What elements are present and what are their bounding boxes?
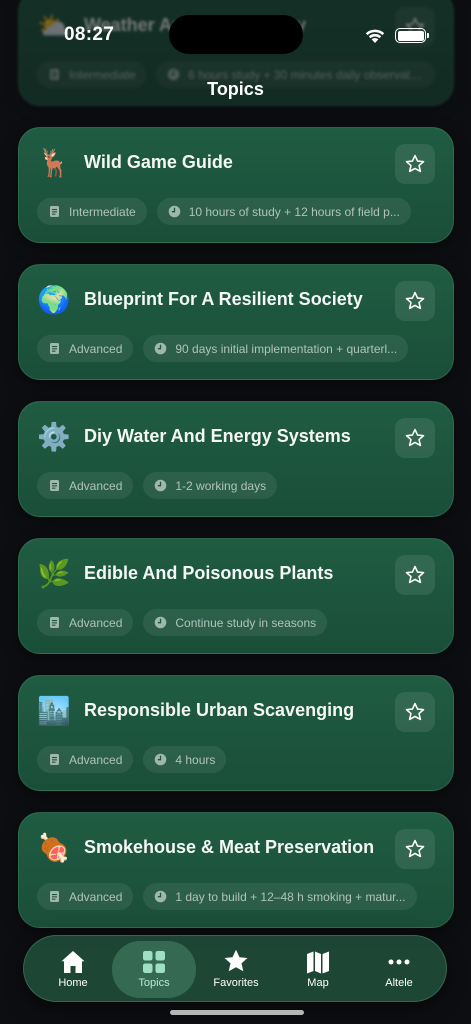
- clock-icon: [155, 616, 167, 629]
- favorite-button[interactable]: [395, 555, 435, 595]
- star-outline-icon: [405, 291, 425, 310]
- duration-badge: 90 days initial implementation + quarter…: [143, 335, 409, 362]
- topic-emoji: 🌍: [37, 285, 71, 316]
- favorite-button[interactable]: [395, 418, 435, 458]
- tab-label: Home: [58, 977, 88, 989]
- battery-icon: [395, 28, 429, 43]
- status-bar: 08:27: [0, 0, 471, 64]
- topic-title: Edible And Poisonous Plants: [84, 563, 334, 583]
- more-icon: [388, 959, 410, 965]
- tab-bar: Home Topics Favorites Map Altele: [23, 935, 447, 1002]
- topic-title: Responsible Urban Scavenging: [84, 700, 355, 720]
- document-icon: [50, 754, 59, 765]
- tab-map[interactable]: Map: [276, 941, 360, 998]
- star-icon: [224, 949, 248, 972]
- document-icon: [50, 206, 59, 217]
- document-icon: [50, 343, 59, 354]
- tab-label: Map: [307, 977, 329, 989]
- tab-label: Favorites: [213, 977, 259, 989]
- document-icon: [50, 617, 59, 628]
- level-badge: Advanced: [37, 746, 134, 773]
- star-outline-icon: [405, 702, 425, 721]
- favorite-button[interactable]: [395, 281, 435, 321]
- level-badge: Advanced: [37, 472, 134, 499]
- topic-card-wild-game[interactable]: 🦌 Wild Game Guide Intermediate 10 hours …: [18, 127, 454, 243]
- document-icon: [50, 480, 59, 491]
- clock-icon: [168, 205, 181, 218]
- duration-badge: 1 day to build + 12–48 h smoking + matur…: [143, 883, 417, 910]
- topic-meta: Advanced 90 days initial implementation …: [37, 335, 435, 362]
- topic-emoji: 🌿: [37, 559, 71, 590]
- map-icon: [307, 951, 329, 974]
- star-outline-icon: [405, 839, 425, 858]
- topic-title: Diy Water And Energy Systems: [84, 426, 351, 446]
- tab-label: Topics: [138, 977, 170, 989]
- star-outline-icon: [405, 154, 425, 173]
- topic-card-urban-scavenging[interactable]: 🏙️ Responsible Urban Scavenging Advanced…: [18, 675, 454, 791]
- dynamic-island: [169, 15, 303, 54]
- topic-card-water-energy[interactable]: ⚙️ Diy Water And Energy Systems Advanced…: [18, 401, 454, 517]
- topic-meta: Advanced Continue study in seasons: [37, 609, 435, 636]
- favorite-button[interactable]: [395, 692, 435, 732]
- topic-emoji: 🏙️: [37, 696, 71, 727]
- level-badge: Advanced: [37, 335, 134, 362]
- topic-title: Smokehouse & Meat Preservation: [84, 837, 375, 857]
- duration-badge: Continue study in seasons: [143, 609, 328, 636]
- favorite-button[interactable]: [395, 829, 435, 869]
- duration-badge: 4 hours: [143, 746, 227, 773]
- wifi-icon: [365, 29, 385, 43]
- duration-badge: 1-2 working days: [143, 472, 278, 499]
- duration-badge: 10 hours of study + 12 hours of field p.…: [156, 198, 411, 225]
- topic-meta: Intermediate 10 hours of study + 12 hour…: [37, 198, 435, 225]
- status-time: 08:27: [64, 24, 115, 45]
- tab-more[interactable]: Altele: [357, 941, 441, 998]
- topic-meta: Advanced 1 day to build + 12–48 h smokin…: [37, 883, 435, 910]
- topic-emoji: 🦌: [37, 148, 71, 179]
- tab-home[interactable]: Home: [31, 941, 115, 998]
- star-outline-icon: [405, 565, 425, 584]
- tab-topics[interactable]: Topics: [112, 941, 196, 998]
- clock-icon: [155, 342, 167, 355]
- clock-icon: [155, 890, 167, 903]
- topic-title: Blueprint For A Resilient Society: [84, 289, 363, 309]
- topic-card-resilient-society[interactable]: 🌍 Blueprint For A Resilient Society Adva…: [18, 264, 454, 380]
- clock-icon: [155, 479, 167, 492]
- topic-card-smokehouse[interactable]: 🍖 Smokehouse & Meat Preservation Advance…: [18, 812, 454, 928]
- level-badge: Intermediate: [37, 198, 147, 225]
- clock-icon: [155, 753, 167, 766]
- topic-meta: Advanced 4 hours: [37, 746, 435, 773]
- home-indicator: [170, 1010, 304, 1015]
- grid-icon: [143, 951, 165, 973]
- star-outline-icon: [405, 428, 425, 447]
- level-badge: Advanced: [37, 883, 134, 910]
- topic-meta: Advanced 1-2 working days: [37, 472, 435, 499]
- document-icon: [50, 891, 59, 902]
- house-icon: [61, 951, 85, 973]
- level-badge: Advanced: [37, 609, 134, 636]
- tab-favorites[interactable]: Favorites: [194, 941, 278, 998]
- page-title: Topics: [207, 79, 264, 99]
- favorite-button[interactable]: [395, 144, 435, 184]
- tab-label: Altele: [385, 977, 413, 989]
- topic-emoji: 🍖: [37, 833, 71, 864]
- topic-card-edible-plants[interactable]: 🌿 Edible And Poisonous Plants Advanced C…: [18, 538, 454, 654]
- topic-title: Wild Game Guide: [84, 152, 233, 172]
- topic-emoji: ⚙️: [37, 422, 71, 453]
